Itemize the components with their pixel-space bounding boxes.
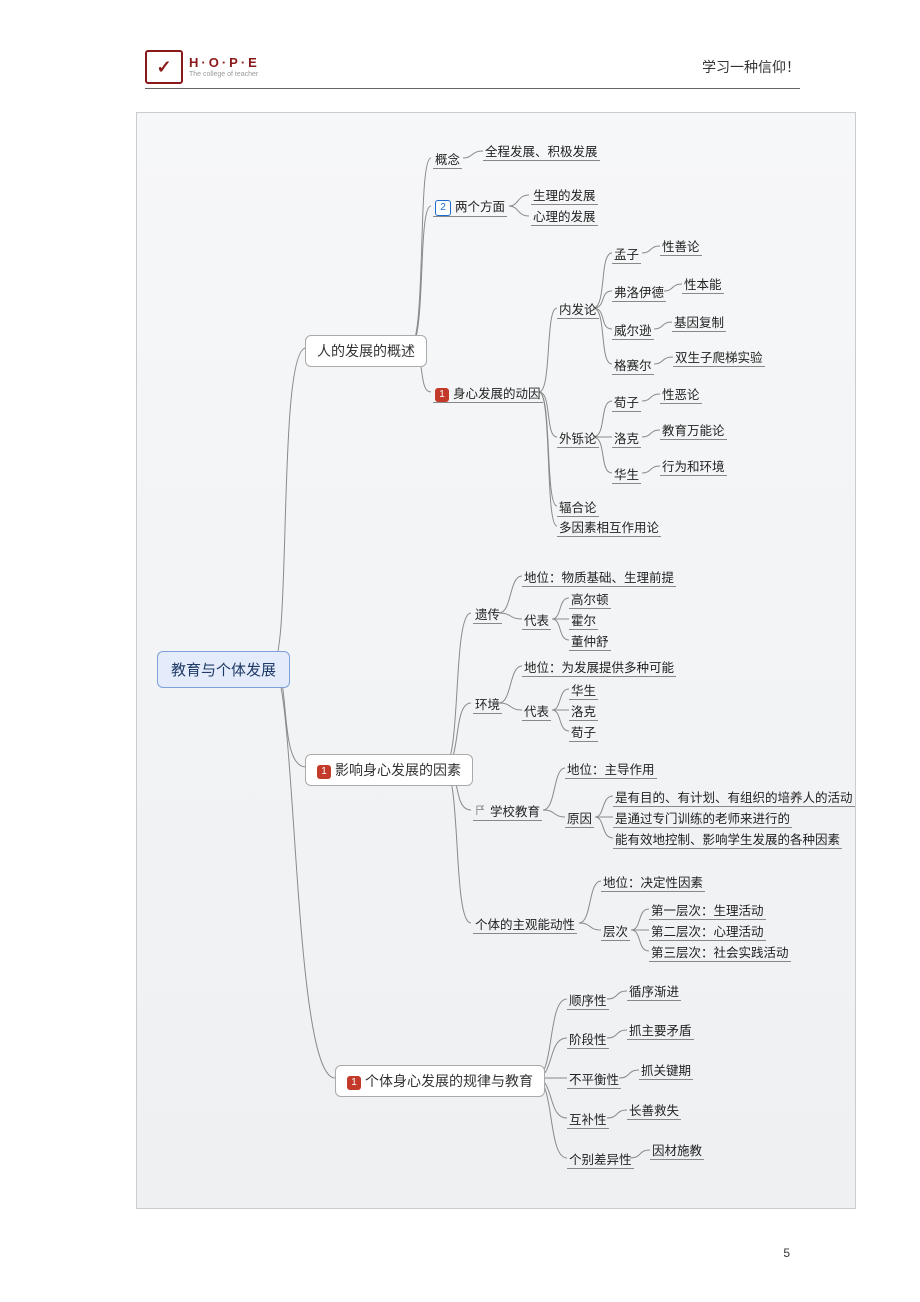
node-environment: 环境 (473, 694, 502, 714)
leaf-agency-levels-label: 层次 (601, 921, 630, 941)
leaf-psy-dev: 心理的发展 (531, 206, 598, 226)
leaf-env-xunzi: 荀子 (569, 722, 598, 742)
leaf-heredity-pos: 地位：物质基础、生理前提 (522, 567, 676, 587)
leaf-env-reps-label: 代表 (522, 701, 551, 721)
leaf-env-locke: 洛克 (569, 701, 598, 721)
leaf-wilson: 威尔逊 (612, 320, 654, 340)
leaf-multi: 多因素相互作用论 (557, 517, 661, 537)
page-header: ✓ H·O·P·E The college of teacher 学习一种信仰！ (145, 50, 800, 89)
page-number: 5 (783, 1246, 790, 1260)
node-schooling: 学校教育 (473, 801, 542, 821)
leaf-phys-dev: 生理的发展 (531, 185, 598, 205)
node-concept-text: 全程发展、积极发展 (483, 141, 600, 161)
leaf-wilson-what: 基因复制 (672, 312, 726, 332)
leaf-school-reason-label: 原因 (565, 808, 594, 828)
root-node: 教育与个体发展 (157, 651, 290, 688)
header-slogan: 学习一种信仰！ (702, 57, 800, 77)
leaf-xunzi-what: 性恶论 (660, 384, 702, 404)
leaf-edu-1: 抓主要矛盾 (627, 1020, 694, 1040)
leaf-law-0: 顺序性 (567, 990, 609, 1010)
leaf-law-1: 阶段性 (567, 1029, 609, 1049)
logo-title: H·O·P·E (189, 56, 260, 69)
leaf-school-r3: 能有效地控制、影响学生发展的各种因素 (613, 829, 842, 849)
node-agency: 个体的主观能动性 (473, 914, 577, 934)
leaf-level1: 第一层次：生理活动 (649, 900, 766, 920)
node-concept-label: 概念 (433, 149, 462, 169)
leaf-locke-what: 教育万能论 (660, 420, 727, 440)
leaf-convergent: 辐合论 (557, 497, 599, 517)
logo: ✓ H·O·P·E The college of teacher (145, 50, 260, 84)
leaf-xunzi: 荀子 (612, 392, 641, 412)
leaf-edu-2: 抓关键期 (639, 1060, 693, 1080)
leaf-heredity-reps-label: 代表 (522, 610, 551, 630)
logo-subtitle: The college of teacher (189, 71, 260, 78)
leaf-freud: 弗洛伊德 (612, 282, 666, 302)
node-laws: 1个体身心发展的规律与教育 (335, 1065, 545, 1097)
leaf-gesell: 格赛尔 (612, 355, 654, 375)
leaf-school-r1: 是有目的、有计划、有组织的培养人的活动 (613, 787, 855, 807)
node-factors: 1影响身心发展的因素 (305, 754, 473, 786)
leaf-watson-what: 行为和环境 (660, 456, 727, 476)
node-heredity: 遗传 (473, 604, 502, 624)
leaf-mengzi-what: 性善论 (660, 236, 702, 256)
node-inner: 内发论 (557, 299, 599, 319)
leaf-mengzi: 孟子 (612, 244, 641, 264)
leaf-gesell-what: 双生子爬梯实验 (673, 347, 765, 367)
leaf-school-pos: 地位：主导作用 (565, 759, 657, 779)
leaf-watson: 华生 (612, 464, 641, 484)
leaf-dong: 董仲舒 (569, 631, 611, 651)
leaf-school-r2: 是通过专门训练的老师来进行的 (613, 808, 792, 828)
mindmap-canvas: 教育与个体发展 人的发展的概述 概念 全程发展、积极发展 2两个方面 生理的发展… (136, 112, 856, 1209)
leaf-edu-0: 循序渐进 (627, 981, 681, 1001)
leaf-env-watson: 华生 (569, 680, 598, 700)
leaf-edu-4: 因材施教 (650, 1140, 704, 1160)
leaf-law-4: 个别差异性 (567, 1149, 634, 1169)
node-drivers: 1身心发展的动因 (433, 383, 543, 403)
node-two-aspects: 2两个方面 (433, 196, 507, 217)
node-outer: 外铄论 (557, 428, 599, 448)
leaf-law-2: 不平衡性 (567, 1069, 621, 1089)
leaf-freud-what: 性本能 (682, 274, 724, 294)
leaf-edu-3: 长善救失 (627, 1100, 681, 1120)
leaf-agency-pos: 地位：决定性因素 (601, 872, 705, 892)
leaf-law-3: 互补性 (567, 1109, 609, 1129)
node-overview: 人的发展的概述 (305, 335, 427, 367)
leaf-level3: 第三层次：社会实践活动 (649, 942, 791, 962)
logo-icon: ✓ (145, 50, 183, 84)
leaf-level2: 第二层次：心理活动 (649, 921, 766, 941)
leaf-locke: 洛克 (612, 428, 641, 448)
leaf-env-pos: 地位：为发展提供多种可能 (522, 657, 676, 677)
leaf-hall: 霍尔 (569, 610, 598, 630)
leaf-galton: 高尔顿 (569, 589, 611, 609)
